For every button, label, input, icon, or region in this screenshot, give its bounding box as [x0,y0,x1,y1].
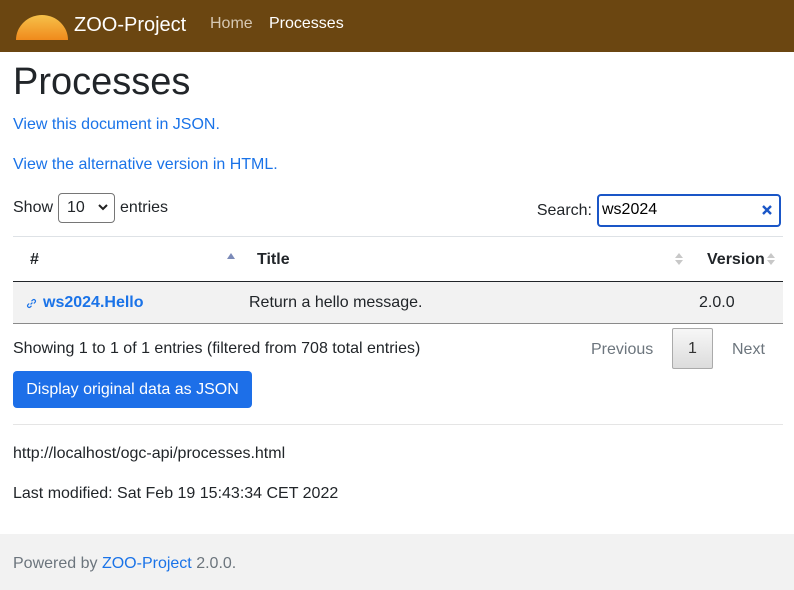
sort-ascending-icon[interactable] [227,252,235,266]
view-html-link[interactable]: View the alternative version in HTML. [13,156,278,174]
column-header-number[interactable]: # [30,251,39,269]
search-control: Search: ws2024 [537,193,781,227]
show-label: Show [13,199,54,216]
footer: Powered by ZOO-Project 2.0.0. [0,534,794,590]
page-url: http://localhost/ogc-api/processes.html [13,445,286,462]
sort-both-icon[interactable] [767,252,775,266]
page-1-button[interactable]: 1 [672,328,713,369]
link-icon [26,298,37,308]
brand[interactable]: ZOO-Project [16,10,186,40]
column-header-title[interactable]: Title [257,251,290,269]
processes-table: # Title Version ws2024.Hello Return a he… [13,236,783,324]
brand-name: ZOO-Project [74,13,187,36]
process-version: 2.0.0 [699,294,735,311]
search-input[interactable]: ws2024 [597,193,781,227]
entries-label: entries [120,199,169,216]
sun-logo-icon [16,14,68,40]
footer-text: Powered by ZOO-Project 2.0.0. [13,555,236,573]
next-page-button[interactable]: Next [732,341,765,359]
chevron-down-icon [98,204,108,211]
entries-length-control: Show 10 entries [13,193,168,223]
process-id-link[interactable]: ws2024.Hello [26,294,144,312]
page-title: Processes [13,61,191,103]
search-input-value: ws2024 [602,201,658,218]
process-title: Return a hello message. [249,294,423,311]
sort-both-icon[interactable] [675,252,683,266]
clear-search-icon[interactable] [761,204,773,216]
entries-select-value: 10 [67,199,85,216]
column-header-version[interactable]: Version [707,251,765,269]
entries-select[interactable]: 10 [58,193,116,223]
footer-prefix: Powered by [13,555,98,572]
search-label: Search: [536,202,592,219]
top-navbar: ZOO-Project Home Processes [0,0,794,52]
nav-processes-link[interactable]: Processes [269,15,344,33]
previous-page-button[interactable]: Previous [591,341,653,359]
table-header: # Title Version [13,236,783,282]
process-id: ws2024.Hello [43,294,144,311]
nav-home-link[interactable]: Home [210,15,253,33]
display-json-button[interactable]: Display original data as JSON [13,371,252,408]
last-modified: Last modified: Sat Feb 19 15:43:34 CET 2… [13,485,339,502]
table-info: Showing 1 to 1 of 1 entries (filtered fr… [13,340,421,357]
footer-suffix: 2.0.0. [196,555,237,572]
divider [13,424,783,425]
footer-zoo-link[interactable]: ZOO-Project [102,555,192,572]
table-row: ws2024.Hello Return a hello message. 2.0… [13,282,783,324]
view-json-link[interactable]: View this document in JSON. [13,116,220,134]
